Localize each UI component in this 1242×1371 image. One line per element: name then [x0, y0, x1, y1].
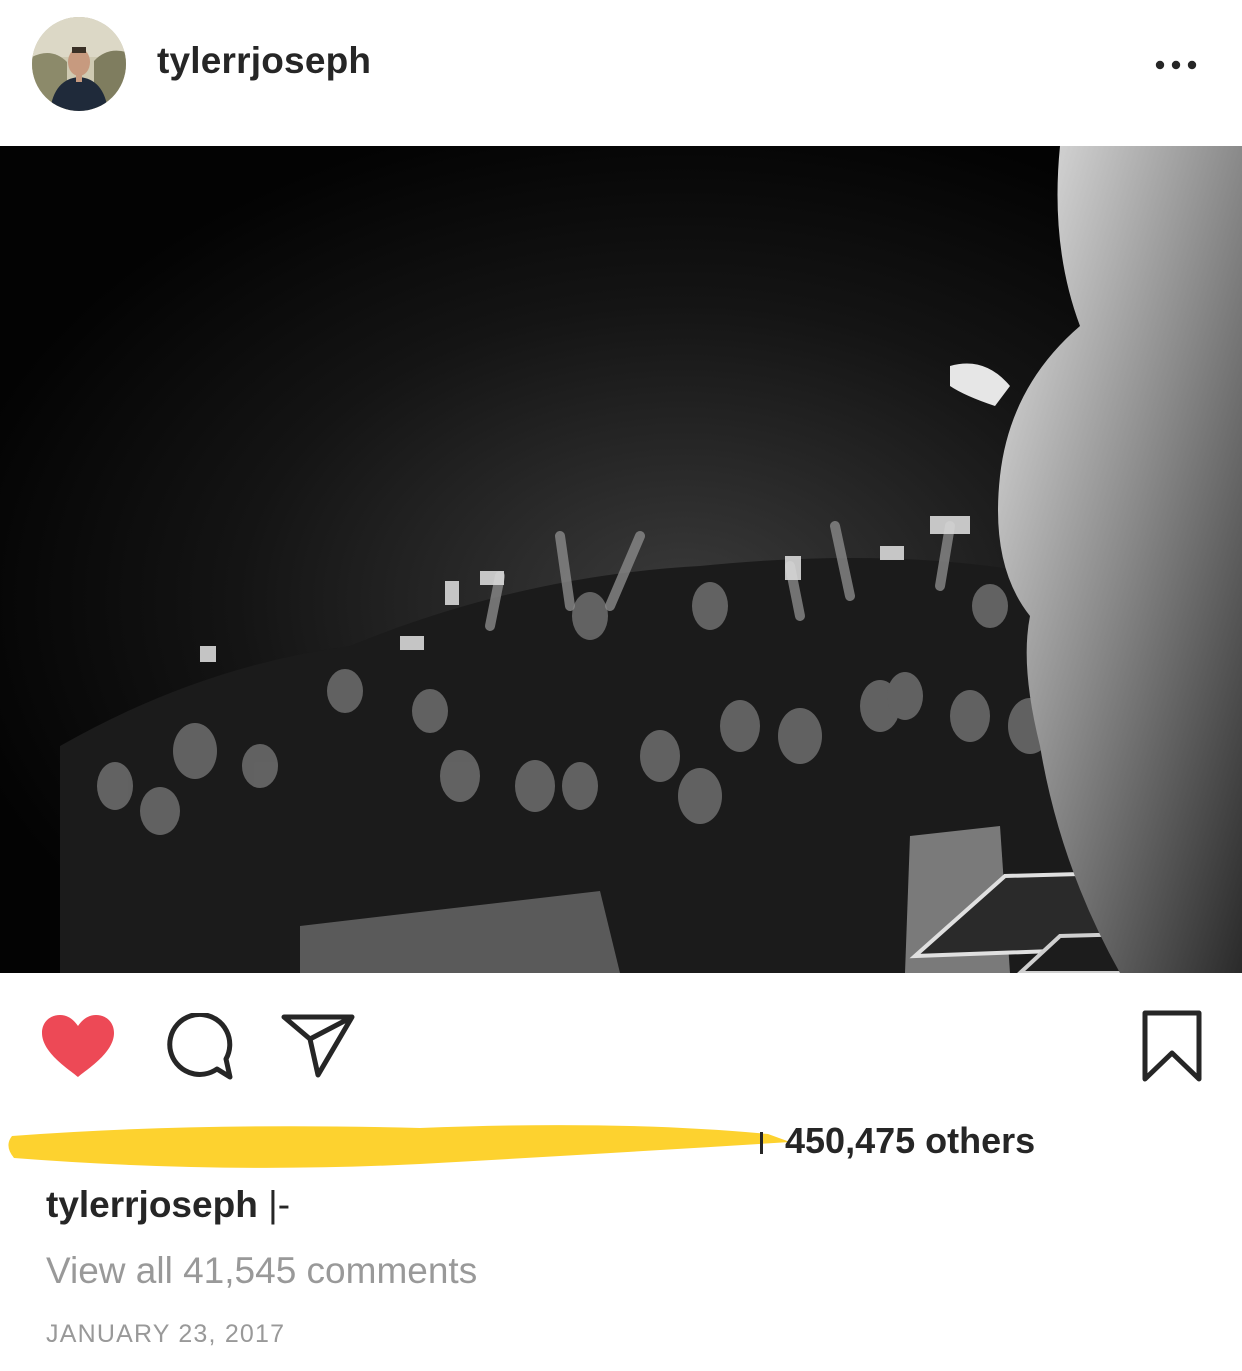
view-all-comments-link[interactable]: View all 41,545 comments — [46, 1250, 477, 1292]
caption-text: |- — [268, 1184, 291, 1225]
comment-icon — [167, 1011, 233, 1080]
caption-username[interactable]: tylerrjoseph — [46, 1184, 258, 1225]
bookmark-icon — [1142, 1010, 1202, 1082]
more-options-button[interactable] — [1148, 46, 1204, 86]
save-button[interactable] — [1140, 1009, 1204, 1088]
more-options-icon — [1155, 60, 1197, 70]
post-header: tylerrjoseph — [0, 0, 1242, 146]
send-icon — [281, 1014, 355, 1078]
action-bar — [0, 973, 1242, 1113]
avatar[interactable] — [32, 17, 126, 111]
like-button[interactable] — [40, 1013, 116, 1086]
share-button[interactable] — [280, 1013, 356, 1084]
comment-button[interactable] — [162, 1011, 234, 1088]
likes-row[interactable] — [0, 1112, 1242, 1172]
post-author-username[interactable]: tylerrjoseph — [157, 40, 371, 82]
heart-icon — [42, 1015, 114, 1077]
caption: tylerrjoseph |- — [46, 1184, 290, 1226]
avatar-image — [32, 17, 126, 111]
redaction-highlight — [8, 1125, 790, 1168]
post-photo[interactable] — [0, 146, 1242, 973]
post-date: JANUARY 23, 2017 — [46, 1320, 286, 1348]
likes-count[interactable]: 450,475 others — [785, 1120, 1035, 1162]
concert-crowd-image — [0, 146, 1242, 973]
